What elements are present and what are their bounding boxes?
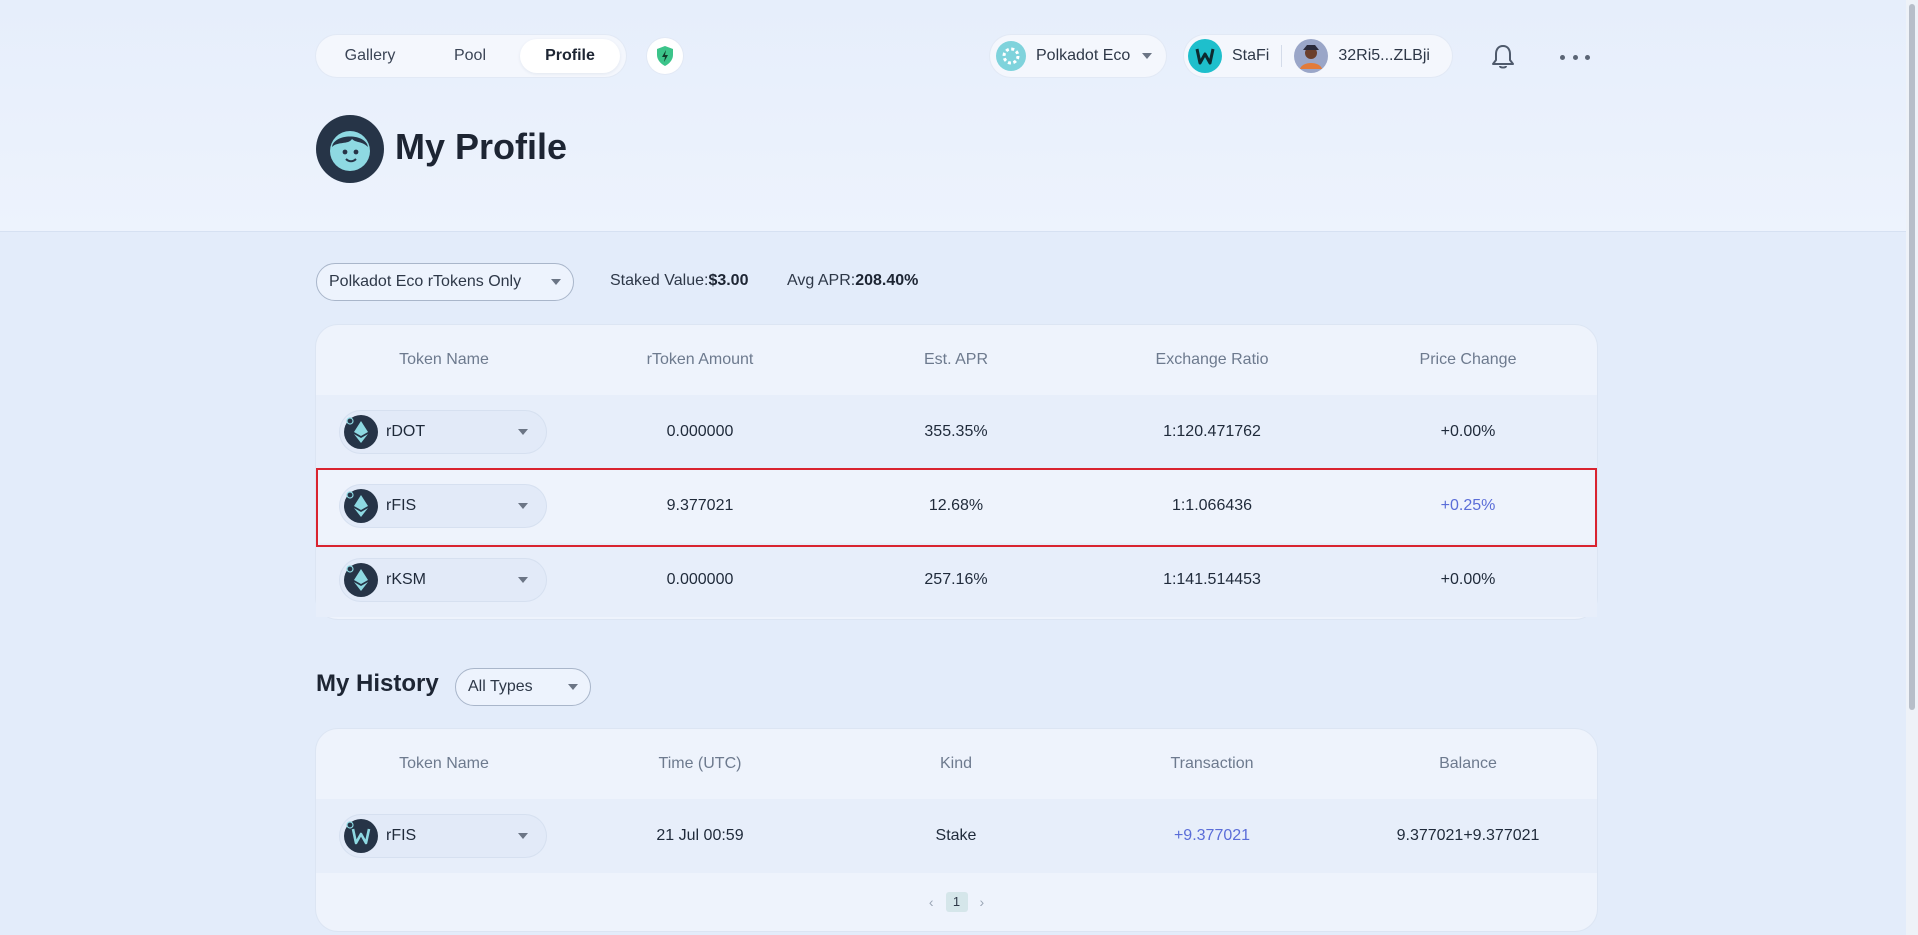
history-kind: Stake xyxy=(935,827,977,844)
avg-apr-value: 208.40% xyxy=(855,272,919,289)
token-cell: rDOT xyxy=(316,411,572,453)
token-cell: rKSM xyxy=(316,559,572,601)
column-header: Est. APR xyxy=(923,351,989,368)
table-row: rDOT 0.000000 355.35% 1:120.471762 +0.00… xyxy=(316,395,1597,469)
column-header: Time (UTC) xyxy=(658,755,742,772)
chevron-down-icon xyxy=(1142,53,1153,59)
chevron-down-icon xyxy=(518,429,528,435)
shield-lightning-icon xyxy=(657,46,673,66)
user-avatar xyxy=(1294,39,1329,73)
bell-icon xyxy=(1492,45,1514,69)
column-header: Balance xyxy=(1439,755,1497,772)
token-name: rKSM xyxy=(386,571,426,588)
est-apr: 12.68% xyxy=(928,497,984,514)
ethereum-icon xyxy=(344,563,378,597)
token-name: rFIS xyxy=(386,827,417,844)
exchange-ratio: 1:141.514453 xyxy=(1163,571,1261,588)
column-header: Exchange Ratio xyxy=(1155,351,1269,368)
divider xyxy=(1281,45,1283,67)
wallet-pill[interactable]: StaFi 32Ri5...ZLBji xyxy=(1184,35,1452,77)
chevron-down-icon xyxy=(568,684,578,690)
history-transaction-link[interactable]: +9.377021 xyxy=(1084,827,1340,845)
history-time: 21 Jul 00:59 xyxy=(656,827,744,844)
page-title: My Profile xyxy=(395,126,568,167)
notifications-button[interactable] xyxy=(1488,42,1518,72)
more-dot-icon xyxy=(1585,54,1590,60)
more-dot-icon xyxy=(1572,54,1578,60)
main-nav: Gallery Pool Profile xyxy=(316,35,626,77)
history-type-value: All Types xyxy=(468,678,533,695)
rtoken-amount: 9.377021 xyxy=(666,497,734,514)
history-balance: 9.377021+9.377021 xyxy=(1396,827,1540,844)
token-name: rDOT xyxy=(386,423,426,440)
next-page-button[interactable]: › xyxy=(980,894,985,910)
token-name: rFIS xyxy=(386,497,417,514)
token-select[interactable]: rFIS xyxy=(340,485,546,527)
more-dot-icon xyxy=(1560,54,1565,60)
polkadot-icon xyxy=(996,41,1026,71)
staked-value-label: Staked Value: xyxy=(610,272,709,289)
page-number-button[interactable]: 1 xyxy=(945,892,968,912)
wallet-address: 32Ri5...ZLBji xyxy=(1338,47,1430,64)
column-header: Token Name xyxy=(399,755,489,772)
wallet-brand: StaFi xyxy=(1232,47,1270,64)
price-change: +0.25% xyxy=(1440,497,1496,514)
profile-avatar xyxy=(316,115,384,183)
rtoken-filter-select[interactable]: Polkadot Eco rTokens Only xyxy=(316,263,574,301)
table-row: rKSM 0.000000 257.16% 1:141.514453 +0.00… xyxy=(316,543,1597,617)
table-row: rFIS 9.377021 12.68% 1:1.066436 +0.25% xyxy=(316,469,1597,543)
ethereum-icon xyxy=(344,415,378,449)
more-menu-button[interactable] xyxy=(1560,45,1590,69)
exchange-ratio: 1:120.471762 xyxy=(1163,423,1261,440)
token-select[interactable]: rDOT xyxy=(340,411,546,453)
history-type-select[interactable]: All Types xyxy=(455,668,591,706)
exchange-ratio: 1:1.066436 xyxy=(1171,497,1253,514)
avg-apr: Avg APR:208.40% xyxy=(787,272,918,290)
price-change: +0.00% xyxy=(1440,423,1496,440)
chevron-down-icon xyxy=(518,577,528,583)
history-table: Token Name Time (UTC) Kind Transaction B… xyxy=(316,729,1597,931)
header-band xyxy=(0,0,1918,232)
network-selector[interactable]: Polkadot Eco xyxy=(990,35,1166,77)
column-header: Token Name xyxy=(399,351,489,368)
table-header: Token Name Time (UTC) Kind Transaction B… xyxy=(316,729,1597,799)
est-apr: 257.16% xyxy=(924,571,988,588)
column-header: Kind xyxy=(939,755,973,772)
stafi-logo-icon xyxy=(1188,39,1222,73)
rtoken-amount: 0.000000 xyxy=(666,423,734,440)
rtoken-amount: 0.000000 xyxy=(666,571,734,588)
chevron-down-icon xyxy=(551,279,561,285)
stafi-token-icon xyxy=(344,819,378,853)
column-header: rToken Amount xyxy=(646,351,754,368)
price-change: +0.00% xyxy=(1440,571,1496,588)
network-label: Polkadot Eco xyxy=(1036,47,1131,64)
rtokens-table: Token Name rToken Amount Est. APR Exchan… xyxy=(316,325,1597,619)
table-header: Token Name rToken Amount Est. APR Exchan… xyxy=(316,325,1597,395)
chevron-down-icon xyxy=(518,833,528,839)
scrollbar-thumb[interactable] xyxy=(1909,4,1915,710)
tab-pool[interactable]: Pool xyxy=(420,39,520,73)
chevron-down-icon xyxy=(518,503,528,509)
column-header: Price Change xyxy=(1419,351,1517,368)
table-row: rFIS 21 Jul 00:59 Stake +9.377021 9.3770… xyxy=(316,799,1597,873)
rtoken-filter-value: Polkadot Eco rTokens Only xyxy=(329,273,522,290)
column-header: Transaction xyxy=(1170,755,1254,772)
history-title: My History xyxy=(316,670,439,697)
token-select[interactable]: rFIS xyxy=(340,815,546,857)
token-cell: rFIS xyxy=(316,815,572,857)
avg-apr-label: Avg APR: xyxy=(787,272,856,289)
token-cell: rFIS xyxy=(316,485,572,527)
staked-value: Staked Value:$3.00 xyxy=(610,272,748,290)
pagination: ‹ 1 › xyxy=(316,873,1597,931)
staked-value-amount: $3.00 xyxy=(708,272,749,289)
est-apr: 355.35% xyxy=(924,423,988,440)
ethereum-icon xyxy=(344,489,378,523)
token-select[interactable]: rKSM xyxy=(340,559,546,601)
page-scrollbar[interactable] xyxy=(1906,0,1918,935)
prev-page-button[interactable]: ‹ xyxy=(929,894,934,910)
tab-profile[interactable]: Profile xyxy=(520,39,620,73)
fast-mode-button[interactable] xyxy=(647,38,683,74)
tab-gallery[interactable]: Gallery xyxy=(320,39,420,73)
